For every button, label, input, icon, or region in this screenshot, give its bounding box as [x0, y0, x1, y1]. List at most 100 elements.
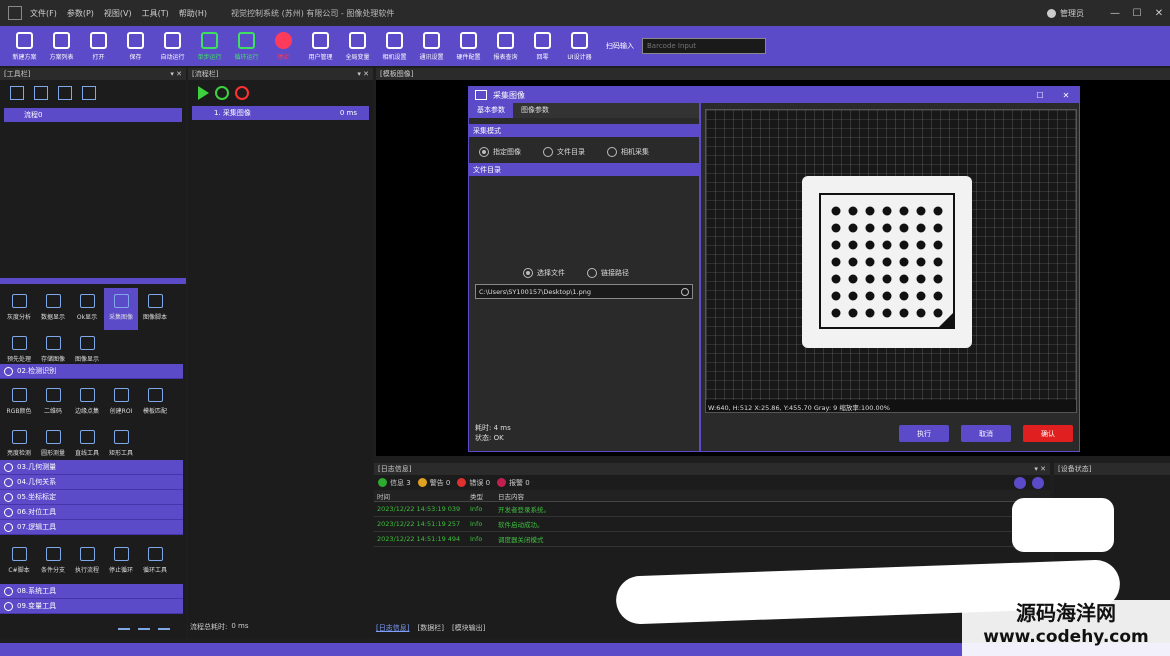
open-button[interactable]: 打开 [80, 31, 117, 61]
table-row[interactable]: 2023/12/22 14:51:19 494 Info 调度器关闭模式 [374, 532, 1050, 547]
section-logic[interactable]: 07.逻辑工具 [0, 520, 183, 535]
tree-item-flow0[interactable]: 流程0 [4, 108, 182, 122]
report-query-button[interactable]: 报表查询 [487, 31, 524, 61]
search-icon[interactable] [681, 287, 689, 296]
tool-csharp-script[interactable]: C#脚本 [2, 541, 36, 583]
file-path-input[interactable]: C:\Users\SY100157\Desktop\1.png [475, 284, 693, 299]
tool-template-match[interactable]: 模板匹配 [138, 382, 172, 424]
panel-pin-icon[interactable]: ▾ ✕ [170, 70, 182, 78]
menu-file[interactable]: 文件(F) [30, 8, 57, 19]
menu-tools[interactable]: 工具(T) [142, 8, 169, 19]
dialog-maximize-icon[interactable]: ☐ [1027, 91, 1053, 100]
radio-select-file[interactable]: 选择文件 [523, 268, 565, 278]
section-geometry-measure[interactable]: 03.几何测量 [0, 460, 183, 475]
scroll-up-icon[interactable] [1014, 476, 1026, 489]
ui-designer-button[interactable]: UI设计器 [561, 31, 598, 61]
preprocess-icon [11, 336, 27, 350]
tool-qrcode[interactable]: 二维码 [36, 382, 70, 424]
tool-acquire-image[interactable]: 采集图像 [104, 288, 138, 330]
upload-icon[interactable] [138, 618, 150, 630]
radio-camera[interactable]: 相机采集 [607, 147, 649, 157]
barcode-input[interactable] [642, 38, 766, 54]
loop-run-button[interactable]: 循环运行 [228, 31, 265, 61]
image-preview[interactable]: W:640, H:512 X:25.86, Y:455.70 Gray: 9 缩… [705, 109, 1077, 413]
stop-button[interactable]: 停止 [265, 31, 302, 61]
user-icon[interactable] [1047, 8, 1056, 18]
tool-image-script[interactable]: 图像脚本 [138, 288, 172, 330]
global-vars-button[interactable]: 全局变量 [339, 31, 376, 61]
new-solution-button[interactable]: 新建方案 [6, 31, 43, 61]
filter-warning[interactable]: 警告 0 [417, 478, 450, 488]
file-option-radios: 选择文件 链接路径 [469, 176, 699, 284]
section-alignment[interactable]: 06.对位工具 [0, 505, 183, 520]
comm-settings-button[interactable]: 通讯设置 [413, 31, 450, 61]
play-icon[interactable] [198, 86, 209, 100]
hardware-config-button[interactable]: 硬件配置 [450, 31, 487, 61]
camera-icon [475, 90, 487, 100]
radio-link-path[interactable]: 链接路径 [587, 268, 629, 278]
camera-settings-button[interactable]: 相机设置 [376, 31, 413, 61]
tab-image-params[interactable]: 图像参数 [513, 103, 557, 118]
scroll-down-icon[interactable] [1032, 476, 1044, 489]
panel-pin-icon[interactable]: ▾ ✕ [1034, 465, 1046, 473]
tool-create-roi[interactable]: 创建ROI [104, 382, 138, 424]
tab-log-info[interactable]: [日志信息] [376, 623, 409, 633]
section-variable-tools[interactable]: 09.变量工具 [0, 599, 183, 614]
menu-view[interactable]: 视图(V) [104, 8, 132, 19]
panel-pin-icon[interactable]: ▾ ✕ [357, 70, 369, 78]
dialog-run-info: 耗时: 4 ms 状态: OK [475, 424, 511, 442]
menu-help[interactable]: 帮助(H) [179, 8, 207, 19]
section-system-tools[interactable]: 08.系统工具 [0, 584, 183, 599]
tree-edit-icon[interactable] [82, 86, 96, 100]
auto-run-button[interactable]: 自动运行 [154, 31, 191, 61]
tool-loop[interactable]: 循环工具 [138, 541, 172, 583]
maximize-button[interactable]: ☐ [1126, 8, 1148, 19]
tab-data-bar[interactable]: [数据栏] [417, 623, 443, 633]
tool-condition-branch[interactable]: 条件分支 [36, 541, 70, 583]
tree-add-icon[interactable] [10, 86, 24, 100]
filter-error[interactable]: 错误 0 [457, 478, 490, 488]
table-row[interactable]: 2023/12/22 14:51:19 257 Info 软件启动成功。 [374, 517, 1050, 532]
run-button[interactable]: 执行 [899, 425, 949, 442]
filter-info[interactable]: 信息 3 [378, 478, 411, 488]
tab-basic-params[interactable]: 基本参数 [469, 103, 513, 118]
radio-specified-image[interactable]: 指定图像 [479, 147, 521, 157]
tool-execute-flow[interactable]: 执行流程 [70, 541, 104, 583]
menu-params[interactable]: 参数(P) [67, 8, 94, 19]
radio-file-directory[interactable]: 文件目录 [543, 147, 585, 157]
align-icon[interactable] [158, 618, 170, 630]
section-geometry-relation[interactable]: 04.几何关系 [0, 475, 183, 490]
confirm-button[interactable]: 确认 [1023, 425, 1073, 442]
user-name[interactable]: 管理员 [1060, 8, 1084, 19]
table-row[interactable]: 2023/12/22 14:53:19 039 Info 开发者登录系统。 [374, 502, 1050, 517]
tool-gray-analysis[interactable]: 灰度分析 [2, 288, 36, 330]
step-run-button[interactable]: 单步运行 [191, 31, 228, 61]
section-calibration[interactable]: 05.坐标标定 [0, 490, 183, 505]
tool-ok-display[interactable]: Ok显示 [70, 288, 104, 330]
calibration-dot [848, 291, 858, 301]
cancel-button[interactable]: 取消 [961, 425, 1011, 442]
tab-module-output[interactable]: [模块输出] [452, 623, 485, 633]
home-button[interactable]: 回零 [524, 31, 561, 61]
filter-alarm[interactable]: 报警 0 [497, 478, 530, 488]
flow-item-acquire-image[interactable]: 1. 采集图像 0 ms [192, 106, 369, 120]
dialog-close-icon[interactable]: ✕ [1053, 91, 1079, 100]
section-detect[interactable]: 02.检测识别 [0, 364, 183, 379]
tool-stop-loop[interactable]: 停止循环 [104, 541, 138, 583]
calibration-dot [848, 308, 858, 318]
close-button[interactable]: ✕ [1148, 8, 1170, 19]
minimize-button[interactable]: — [1104, 8, 1126, 19]
stop-flow-icon[interactable] [235, 86, 249, 100]
tree-remove-icon[interactable] [34, 86, 48, 100]
flow-total-time: 流程总耗时: 0 ms [190, 622, 249, 631]
solution-list-button[interactable]: 方案列表 [43, 31, 80, 61]
tree-function-icon[interactable] [58, 86, 72, 100]
tool-rgb-color[interactable]: RGB颜色 [2, 382, 36, 424]
user-management-button[interactable]: 用户管理 [302, 31, 339, 61]
download-icon[interactable] [118, 618, 130, 630]
save-button[interactable]: 保存 [117, 31, 154, 61]
tool-data-display[interactable]: 数据显示 [36, 288, 70, 330]
tool-edge-points[interactable]: 边缘点集 [70, 382, 104, 424]
expand-icon [4, 601, 13, 611]
play-loop-icon[interactable] [215, 86, 229, 100]
